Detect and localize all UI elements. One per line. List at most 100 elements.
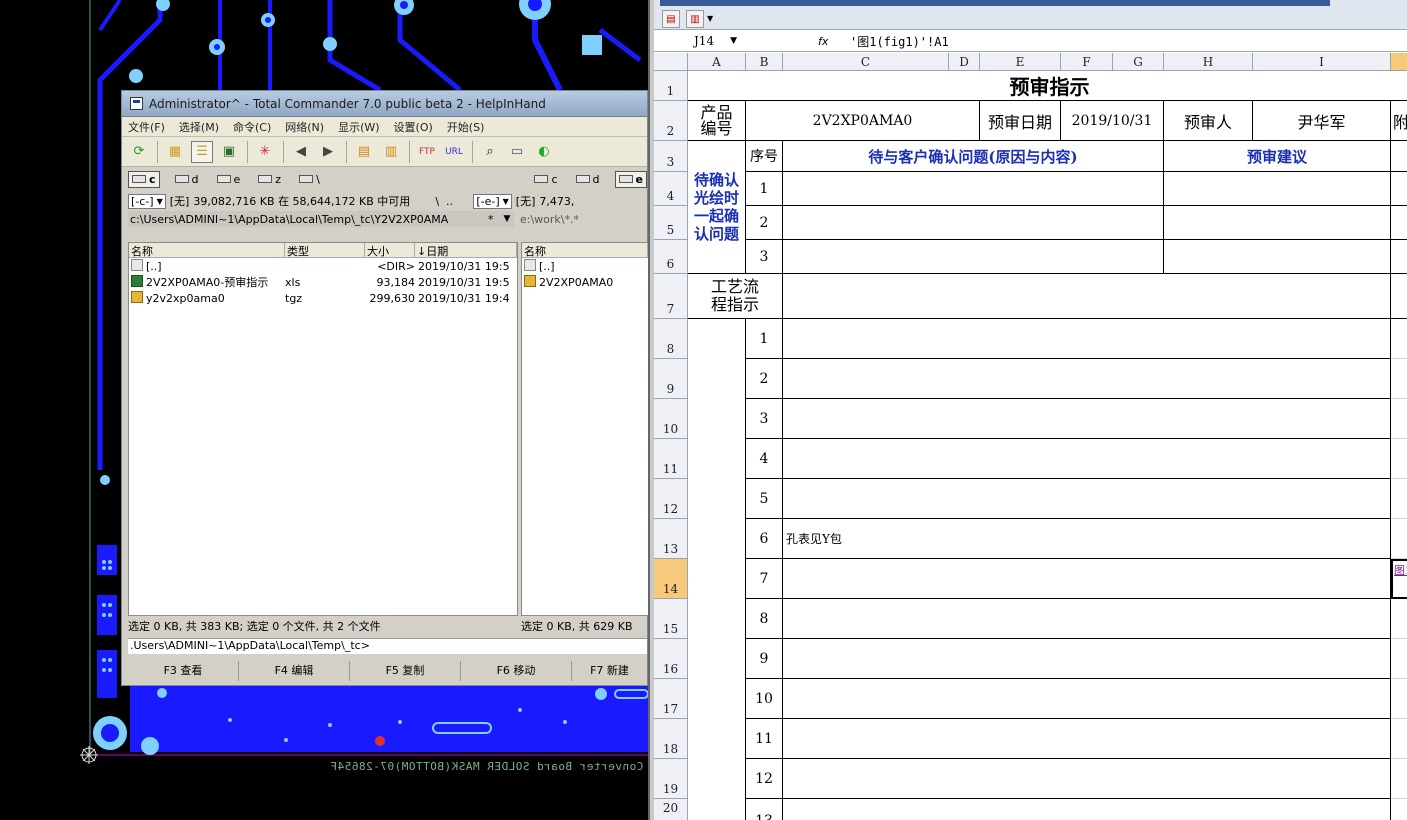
process-seq-4[interactable]: 4 [746, 439, 783, 479]
col-name-header[interactable]: 名称 [129, 243, 285, 257]
pending-issue-cell[interactable] [783, 240, 1164, 274]
process-seq-2[interactable]: 2 [746, 359, 783, 399]
drive-e-button[interactable]: e [214, 172, 244, 187]
right-drive-c-button[interactable]: c [531, 172, 560, 187]
hyperlink-text[interactable]: 图1 [1394, 562, 1407, 578]
process-seq-1[interactable]: 1 [746, 319, 783, 359]
product-code-value[interactable]: 2V2XP0AMA0 [746, 101, 980, 141]
process-seq-8[interactable]: 8 [746, 599, 783, 639]
pending-issues-label[interactable]: 待确认光绘时一起确认问题 [688, 141, 746, 274]
row-header-18[interactable]: 18 [654, 719, 688, 759]
unpack-files-icon[interactable]: ▥ [380, 141, 402, 163]
column-header-g[interactable]: G [1113, 53, 1164, 71]
selected-cell-j14[interactable]: 图1 [1391, 559, 1407, 599]
left-root-buttons[interactable]: \ .. [435, 195, 469, 208]
f3-view-button[interactable]: F3 查看 [128, 661, 239, 681]
column-header-f[interactable]: F [1061, 53, 1113, 71]
compare-icon[interactable]: ◐ [533, 141, 555, 163]
right-drive-combo[interactable]: [-e-] ▼ [473, 193, 512, 209]
f6-move-button[interactable]: F6 移动 [461, 661, 572, 681]
cell-j7[interactable] [1391, 274, 1407, 319]
process-seq-5[interactable]: 5 [746, 479, 783, 519]
process-step-cell[interactable] [783, 319, 1391, 359]
process-step-cell[interactable] [783, 679, 1391, 719]
f7-newfolder-button[interactable]: F7 新建 [572, 661, 647, 681]
cell-j6[interactable] [1391, 240, 1407, 274]
row-header-8[interactable]: 8 [654, 319, 688, 359]
menu-select[interactable]: 选择(M) [179, 119, 219, 135]
row-header-9[interactable]: 9 [654, 359, 688, 399]
column-header-b[interactable]: B [746, 53, 783, 71]
row-header-3[interactable]: 3 [654, 141, 688, 172]
col-type-header[interactable]: 类型 [285, 243, 365, 257]
process-extra-cell[interactable] [1391, 719, 1407, 759]
pending-suggestion-cell[interactable] [1164, 240, 1391, 274]
name-box-dropdown-icon[interactable]: ▼ [730, 36, 737, 46]
row-header-5[interactable]: 5 [654, 206, 688, 240]
row-header-2[interactable]: 2 [654, 101, 688, 141]
process-step-cell[interactable] [783, 559, 1391, 599]
menu-show[interactable]: 显示(W) [338, 119, 379, 135]
process-instructions-label[interactable]: 工艺流程指示 [688, 274, 783, 319]
row-header-13[interactable]: 13 [654, 519, 688, 559]
process-extra-cell[interactable] [1391, 759, 1407, 799]
toolbar-options-icon[interactable]: ▼ [707, 14, 713, 23]
row-header-7[interactable]: 7 [654, 274, 688, 319]
right-drive-e-button[interactable]: e [614, 170, 647, 188]
name-box[interactable]: J14 ▼ [654, 34, 780, 48]
process-step-cell[interactable] [783, 479, 1391, 519]
process-step-cell[interactable] [783, 359, 1391, 399]
process-extra-cell[interactable] [1391, 319, 1407, 359]
process-step-cell[interactable] [783, 639, 1391, 679]
pending-issue-cell[interactable] [783, 206, 1164, 240]
command-line[interactable]: .Users\ADMINI~1\AppData\Local\Temp\_tc> [128, 638, 647, 654]
process-seq-12[interactable]: 12 [746, 759, 783, 799]
file-row[interactable]: [..] [522, 258, 648, 274]
file-row[interactable]: [..] <DIR> 2019/10/31 19:5 [129, 258, 517, 274]
col-size-header[interactable]: 大小 [365, 243, 415, 257]
process-extra-cell[interactable] [1391, 359, 1407, 399]
row-header-12[interactable]: 12 [654, 479, 688, 519]
sheet-title[interactable]: 预审指示 [688, 71, 1407, 101]
function-icon[interactable]: fx [818, 35, 838, 48]
pending-suggestion-cell[interactable] [1164, 206, 1391, 240]
row-header-20[interactable]: 20 [654, 799, 688, 820]
row-header-16[interactable]: 16 [654, 639, 688, 679]
binoculars-search-icon[interactable]: ⌕ [479, 141, 501, 163]
pack-files-icon[interactable]: ▤ [353, 141, 375, 163]
pending-seq-2[interactable]: 2 [746, 206, 783, 240]
column-header-d[interactable]: D [949, 53, 980, 71]
process-seq-13[interactable]: 13 [746, 799, 783, 820]
reviewer-label[interactable]: 预审人 [1164, 101, 1253, 141]
suggestion-header[interactable]: 预审建议 [1164, 141, 1391, 172]
select-all-corner[interactable] [654, 53, 688, 71]
row-header-1[interactable]: 1 [654, 71, 688, 101]
brief-view-icon[interactable]: ▦ [164, 141, 186, 163]
menu-network[interactable]: 网络(N) [285, 119, 324, 135]
menu-start[interactable]: 开始(S) [447, 119, 485, 135]
process-extra-cell[interactable] [1391, 399, 1407, 439]
f4-edit-button[interactable]: F4 编辑 [239, 661, 350, 681]
review-date-label[interactable]: 预审日期 [980, 101, 1061, 141]
column-header-a[interactable]: A [688, 53, 746, 71]
process-step-cell[interactable] [783, 439, 1391, 479]
right-drive-d-button[interactable]: d [573, 172, 603, 187]
title-bar[interactable]: Administrator^ - Total Commander 7.0 pub… [122, 91, 647, 117]
process-step-cell[interactable] [783, 719, 1391, 759]
row-header-10[interactable]: 10 [654, 399, 688, 439]
row-header-6[interactable]: 6 [654, 240, 688, 274]
process-seq-7[interactable]: 7 [746, 559, 783, 599]
row-header-19[interactable]: 19 [654, 759, 688, 799]
column-header-j[interactable] [1391, 53, 1407, 71]
f5-copy-button[interactable]: F5 复制 [350, 661, 461, 681]
process-extra-cell[interactable] [1391, 639, 1407, 679]
issues-header[interactable]: 待与客户确认问题(原因与内容) [783, 141, 1164, 172]
col-date-header[interactable]: ↓日期 [415, 243, 517, 257]
network-root-button[interactable]: \ [296, 172, 323, 187]
ftp-connect-icon[interactable]: FTP [416, 141, 438, 163]
process-seq-10[interactable]: 10 [746, 679, 783, 719]
pdf-convert-options-icon[interactable]: ▥ [686, 10, 704, 28]
pending-issue-cell[interactable] [783, 172, 1164, 206]
process-extra-cell[interactable] [1391, 679, 1407, 719]
attachment-label[interactable]: 附 [1391, 101, 1407, 141]
